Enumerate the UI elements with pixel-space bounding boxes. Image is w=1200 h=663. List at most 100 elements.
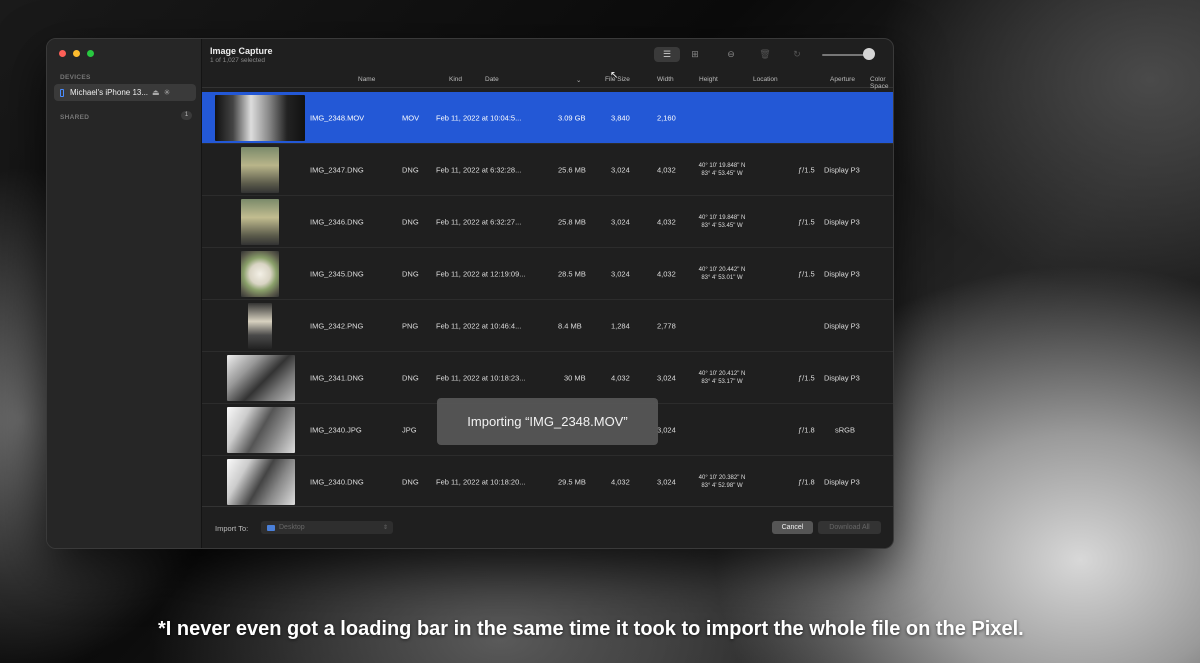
cell-kind: DNG bbox=[402, 217, 419, 226]
cell-color-space: Display P3 bbox=[824, 373, 860, 382]
eject-icon[interactable]: ⏏ bbox=[152, 88, 160, 97]
cell-kind: MOV bbox=[402, 113, 420, 122]
cell-aperture: ƒ/1.8 bbox=[798, 477, 815, 486]
thumbnail bbox=[227, 355, 295, 401]
sidebar-item-device[interactable]: Michael's iPhone 13... ⏏ ✳ bbox=[54, 84, 196, 101]
cell-date: Feb 11, 2022 at 6:32:27... bbox=[436, 217, 522, 226]
cell-width: 4,032 bbox=[611, 477, 630, 486]
cell-date: Feb 11, 2022 at 12:19:09... bbox=[436, 269, 526, 278]
cell-size: 25.8 MB bbox=[558, 217, 586, 226]
import-to-label: Import To: bbox=[215, 524, 249, 533]
cell-height: 3,024 bbox=[657, 477, 676, 486]
cell-location: 40° 10' 20.382" N 83° 4' 52.98" W bbox=[698, 474, 746, 489]
table-row[interactable]: IMG_2347.DNG DNG Feb 11, 2022 at 6:32:28… bbox=[202, 144, 893, 196]
cell-name: IMG_2340.JPG bbox=[310, 425, 362, 434]
cancel-button[interactable]: Cancel bbox=[772, 521, 813, 534]
cell-size: 3.09 GB bbox=[558, 113, 586, 122]
cell-kind: PNG bbox=[402, 321, 419, 330]
thumbnail bbox=[248, 303, 272, 349]
table-row[interactable]: IMG_2348.MOV MOV Feb 11, 2022 at 10:04:5… bbox=[202, 92, 893, 144]
minus-circle-icon: ⊖ bbox=[727, 49, 735, 59]
col-location[interactable]: Location bbox=[753, 76, 778, 83]
cell-name: IMG_2341.DNG bbox=[310, 373, 364, 382]
cell-color-space: Display P3 bbox=[824, 165, 860, 174]
folder-icon bbox=[267, 524, 275, 531]
cell-color-space: Display P3 bbox=[824, 217, 860, 226]
grid-view-button[interactable]: ⊞ bbox=[682, 47, 708, 62]
cell-name: IMG_2340.DNG bbox=[310, 477, 364, 486]
cell-height: 4,032 bbox=[657, 165, 676, 174]
cell-size: 30 MB bbox=[564, 373, 586, 382]
cell-height: 4,032 bbox=[657, 217, 676, 226]
loading-spinner-icon: ✳ bbox=[163, 88, 171, 97]
download-all-button[interactable]: Download All bbox=[818, 521, 881, 534]
cell-size: 28.5 MB bbox=[558, 269, 586, 278]
minimize-button[interactable] bbox=[73, 50, 80, 57]
grid-icon: ⊞ bbox=[691, 49, 699, 59]
cell-height: 3,024 bbox=[657, 425, 676, 434]
cell-location: 40° 10' 19.848" N 83° 4' 53.45" W bbox=[698, 214, 746, 229]
cell-name: IMG_2345.DNG bbox=[310, 269, 364, 278]
rotate-button[interactable]: ↻ bbox=[790, 47, 804, 62]
cell-name: IMG_2346.DNG bbox=[310, 217, 364, 226]
cell-name: IMG_2347.DNG bbox=[310, 165, 364, 174]
import-destination-select[interactable]: Desktop ⇕ bbox=[261, 521, 393, 534]
list-view-button[interactable]: ☰ bbox=[654, 47, 680, 62]
zoom-button[interactable] bbox=[87, 50, 94, 57]
cell-location: 40° 10' 20.412" N 83° 4' 53.17" W bbox=[698, 370, 746, 385]
import-destination-value: Desktop bbox=[279, 524, 305, 531]
list-icon: ☰ bbox=[662, 49, 672, 59]
cell-width: 3,024 bbox=[611, 269, 630, 278]
cell-date: Feb 11, 2022 at 10:46:4... bbox=[436, 321, 522, 330]
col-height[interactable]: Height bbox=[699, 76, 718, 83]
cell-width: 3,024 bbox=[611, 165, 630, 174]
window-controls bbox=[59, 50, 94, 57]
cell-color-space: Display P3 bbox=[824, 269, 860, 278]
close-button[interactable] bbox=[59, 50, 66, 57]
devices-heading: DEVICES bbox=[60, 74, 91, 81]
cell-width: 1,284 bbox=[611, 321, 630, 330]
col-kind[interactable]: Kind bbox=[449, 76, 462, 83]
cell-size: 29.5 MB bbox=[558, 477, 586, 486]
cell-name: IMG_2348.MOV bbox=[310, 113, 365, 122]
trash-button[interactable]: 🗑 bbox=[758, 47, 772, 62]
cell-width: 3,840 bbox=[611, 113, 630, 122]
cell-size: 8.4 MB bbox=[558, 321, 582, 330]
table-row[interactable]: IMG_2341.DNG DNG Feb 11, 2022 at 10:18:2… bbox=[202, 352, 893, 404]
table-row[interactable]: IMG_2346.DNG DNG Feb 11, 2022 at 6:32:27… bbox=[202, 196, 893, 248]
trash-icon: 🗑 bbox=[759, 49, 771, 59]
rotate-icon: ↻ bbox=[793, 49, 801, 59]
cell-date: Feb 11, 2022 at 6:32:28... bbox=[436, 165, 522, 174]
mouse-cursor-icon: ↖ bbox=[610, 70, 619, 81]
device-name: Michael's iPhone 13... bbox=[70, 88, 149, 97]
thumbnail bbox=[241, 251, 279, 297]
thumbnail bbox=[241, 199, 279, 245]
cell-date: Feb 11, 2022 at 10:18:20... bbox=[436, 477, 526, 486]
table-row[interactable]: IMG_2342.PNG PNG Feb 11, 2022 at 10:46:4… bbox=[202, 300, 893, 352]
sort-chevron-icon[interactable]: ⌄ bbox=[576, 76, 581, 84]
slider-knob[interactable] bbox=[863, 48, 875, 60]
cell-width: 3,024 bbox=[611, 217, 630, 226]
cell-date: Feb 11, 2022 at 10:18:23... bbox=[436, 373, 526, 382]
table-row[interactable]: IMG_2340.DNG DNG Feb 11, 2022 at 10:18:2… bbox=[202, 456, 893, 508]
cell-location: 40° 10' 19.848" N 83° 4' 53.45" W bbox=[698, 162, 746, 177]
col-name[interactable]: Name bbox=[358, 76, 375, 83]
table-row[interactable]: IMG_2345.DNG DNG Feb 11, 2022 at 12:19:0… bbox=[202, 248, 893, 300]
column-header: Name Kind Date ⌄ File Size Width Height … bbox=[202, 72, 893, 90]
col-color-space[interactable]: Color Space bbox=[870, 76, 893, 90]
col-aperture[interactable]: Aperture bbox=[830, 76, 855, 83]
col-date[interactable]: Date bbox=[485, 76, 499, 83]
selection-count: 1 of 1,027 selected bbox=[210, 57, 265, 64]
cell-kind: DNG bbox=[402, 269, 419, 278]
window-title: Image Capture bbox=[210, 46, 273, 56]
cell-location: 40° 10' 20.442" N 83° 4' 53.01" W bbox=[698, 266, 746, 281]
delete-button[interactable]: ⊖ bbox=[724, 47, 738, 62]
thumbnail bbox=[241, 147, 279, 193]
video-caption: *I never even got a loading bar in the s… bbox=[158, 618, 1024, 640]
col-width[interactable]: Width bbox=[657, 76, 674, 83]
cell-aperture: ƒ/1.5 bbox=[798, 165, 815, 174]
cell-aperture: ƒ/1.5 bbox=[798, 217, 815, 226]
import-progress-toast: Importing “IMG_2348.MOV” bbox=[437, 398, 658, 445]
main-pane: Image Capture 1 of 1,027 selected ☰ ⊞ ⊖ … bbox=[202, 39, 893, 548]
image-capture-window: DEVICES Michael's iPhone 13... ⏏ ✳ SHARE… bbox=[46, 38, 894, 549]
